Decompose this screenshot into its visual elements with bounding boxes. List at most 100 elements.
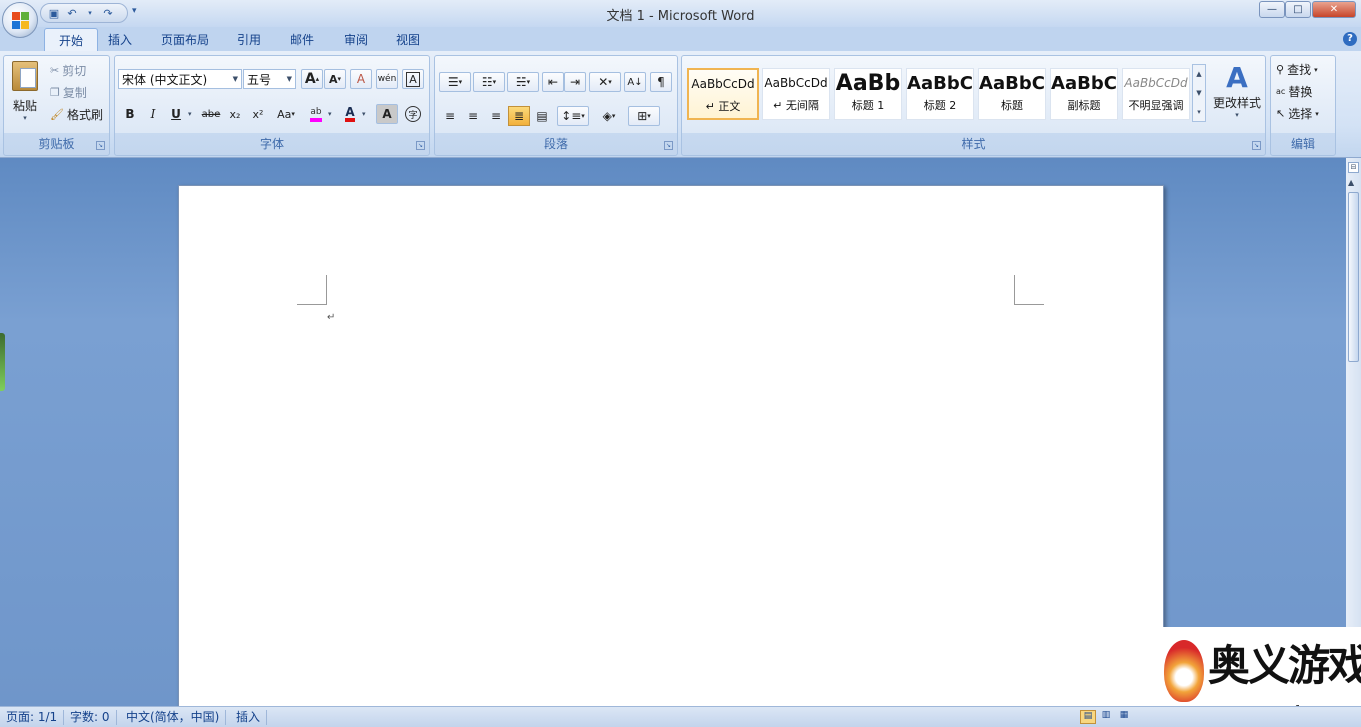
multilevel-list-icon: ☵ — [515, 75, 527, 89]
scroll-up-arrow-icon[interactable]: ▲ — [1348, 178, 1354, 187]
side-handle[interactable] — [0, 333, 5, 391]
style-normal[interactable]: AaBbCcDd ↵ 正文 — [687, 68, 759, 120]
increase-indent-button[interactable]: ⇥ — [564, 72, 586, 92]
paste-button[interactable]: 粘贴 ▾ — [7, 59, 43, 127]
tab-mailings[interactable]: 邮件 — [276, 28, 328, 51]
font-color-dropdown-icon[interactable]: ▾ — [362, 110, 366, 118]
align-right-button[interactable]: ≡ — [485, 106, 507, 126]
format-painter-button[interactable]: 🖌 格式刷 — [50, 106, 103, 123]
highlight-button[interactable]: ab — [305, 104, 327, 124]
web-layout-icon[interactable]: ▦ — [1116, 710, 1132, 724]
paste-icon — [12, 61, 38, 91]
insert-mode[interactable]: 插入 — [230, 710, 268, 725]
ruler-toggle-icon[interactable]: ⊟ — [1348, 162, 1359, 173]
document-page[interactable]: ↵ — [178, 185, 1164, 715]
style-name: 标题 1 — [851, 99, 885, 112]
vertical-scrollbar[interactable]: ⊟ ▲ — [1346, 158, 1361, 706]
language-status[interactable]: 中文(简体，中国) — [120, 710, 227, 725]
full-screen-reading-icon[interactable]: ▥ — [1098, 710, 1114, 724]
bold-button[interactable]: B — [119, 104, 141, 124]
clipboard-launcher-icon[interactable]: ↘ — [96, 141, 105, 150]
chinese-layout-button[interactable]: ✕ ▾ — [589, 72, 621, 92]
justify-button[interactable]: ≣ — [508, 106, 530, 126]
font-launcher-icon[interactable]: ↘ — [416, 141, 425, 150]
subscript-button[interactable]: x₂ — [224, 104, 246, 124]
style-heading-2[interactable]: AaBbC 标题 2 — [906, 68, 974, 120]
line-spacing-button[interactable]: ↕≡ ▾ — [557, 106, 589, 126]
font-group-label: 字体 — [259, 137, 284, 151]
distribute-button[interactable]: ▤ — [531, 106, 553, 126]
word-count[interactable]: 字数: 0 — [64, 710, 117, 725]
font-size-select[interactable]: 五号 ▼ — [243, 69, 296, 89]
maximize-button[interactable]: □ — [1285, 1, 1311, 18]
align-left-button[interactable]: ≡ — [439, 106, 461, 126]
decrease-indent-button[interactable]: ⇤ — [542, 72, 564, 92]
cut-button[interactable]: ✂ 剪切 — [50, 62, 86, 79]
underline-button[interactable]: U — [165, 104, 187, 124]
close-button[interactable]: ✕ — [1312, 1, 1356, 18]
shrink-font-button[interactable]: A ▾ — [324, 69, 346, 89]
find-button[interactable]: ⚲ 查找 ▾ — [1276, 61, 1318, 78]
chinese-layout-icon: ✕ — [598, 75, 609, 89]
sort-button[interactable]: A↓ — [624, 72, 646, 92]
borders-icon: ⊞ — [637, 109, 648, 123]
office-button[interactable] — [2, 2, 38, 38]
tab-home[interactable]: 开始 — [44, 28, 99, 51]
bullet-list-icon: ☰ — [447, 75, 459, 89]
change-styles-label: 更改样式 — [1212, 96, 1261, 110]
bullets-button[interactable]: ☰ ▾ — [439, 72, 471, 92]
styles-launcher-icon[interactable]: ↘ — [1252, 141, 1261, 150]
underline-dropdown-icon[interactable]: ▾ — [188, 110, 192, 118]
scroll-thumb[interactable] — [1348, 192, 1359, 362]
gallery-more-icon[interactable]: ▾ — [1193, 103, 1205, 122]
font-color-button[interactable]: A — [339, 104, 361, 124]
style-title[interactable]: AaBbC 标题 — [978, 68, 1046, 120]
style-subtle-emphasis[interactable]: AaBbCcDd 不明显强调 — [1122, 68, 1190, 120]
tab-page-layout[interactable]: 页面布局 — [147, 28, 223, 51]
style-heading-1[interactable]: AaBb 标题 1 — [834, 68, 902, 120]
paragraph-launcher-icon[interactable]: ↘ — [664, 141, 673, 150]
tab-insert[interactable]: 插入 — [94, 28, 146, 51]
superscript-button[interactable]: x² — [247, 104, 269, 124]
font-family-select[interactable]: 宋体 (中文正文) ▼ — [118, 69, 242, 89]
numbered-list-icon: ☷ — [481, 75, 493, 89]
borders-button[interactable]: ⊞ ▾ — [628, 106, 660, 126]
style-subtitle[interactable]: AaBbC 副标题 — [1050, 68, 1118, 120]
change-styles-button[interactable]: A 更改样式 ▾ — [1210, 62, 1264, 120]
minimize-button[interactable]: — — [1259, 1, 1285, 18]
scroll-up-icon[interactable]: ▲ — [1193, 65, 1205, 84]
change-case-button[interactable]: Aa ▾ — [272, 104, 300, 124]
tab-view[interactable]: 视图 — [382, 28, 434, 51]
scroll-down-icon[interactable]: ▼ — [1193, 84, 1205, 103]
char-border-icon: A — [406, 71, 420, 87]
print-layout-icon[interactable]: ▤ — [1080, 710, 1096, 724]
help-icon[interactable]: ? — [1343, 32, 1357, 46]
replace-button[interactable]: ac 替换 — [1276, 83, 1312, 100]
numbering-button[interactable]: ☷ ▾ — [473, 72, 505, 92]
clear-format-button[interactable]: A — [350, 69, 372, 89]
copy-icon: ❐ — [50, 86, 60, 99]
strikethrough-button[interactable]: abe — [200, 104, 222, 124]
phonetic-guide-button[interactable]: wén — [376, 69, 398, 89]
view-buttons: ▤ ▥ ▦ — [1080, 710, 1132, 724]
copy-button[interactable]: ❐ 复制 — [50, 84, 87, 101]
styles-group-label: 样式 — [961, 137, 986, 151]
phonetic-icon: wén — [377, 74, 397, 84]
highlight-dropdown-icon[interactable]: ▾ — [328, 110, 332, 118]
show-marks-button[interactable]: ¶ — [650, 72, 672, 92]
tab-review[interactable]: 审阅 — [330, 28, 382, 51]
char-shading-button[interactable]: A — [376, 104, 398, 124]
enclose-char-button[interactable]: 字 — [402, 104, 424, 124]
grow-font-button[interactable]: A ▴ — [301, 69, 323, 89]
styles-scroll[interactable]: ▲ ▼ ▾ — [1192, 64, 1206, 122]
paragraph-shading-button[interactable]: ◈ ▾ — [593, 106, 625, 126]
style-no-spacing[interactable]: AaBbCcDd ↵ 无间隔 — [762, 68, 830, 120]
multilevel-list-button[interactable]: ☵ ▾ — [507, 72, 539, 92]
char-border-button[interactable]: A — [402, 69, 424, 89]
align-center-button[interactable]: ≡ — [462, 106, 484, 126]
highlighter-icon: ab — [310, 107, 322, 122]
italic-button[interactable]: I — [142, 104, 164, 124]
page-count[interactable]: 页面: 1/1 — [0, 710, 65, 725]
tab-references[interactable]: 引用 — [223, 28, 275, 51]
select-button[interactable]: ↖ 选择 ▾ — [1276, 105, 1319, 122]
